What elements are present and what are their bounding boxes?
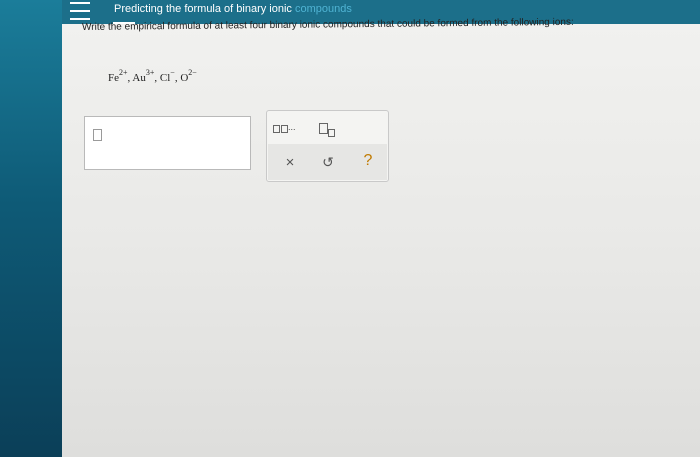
sidebar	[0, 0, 62, 457]
input-cursor	[93, 129, 102, 141]
ion-cl: Cl−	[159, 68, 175, 84]
ion-au: Au3+	[132, 68, 155, 84]
ion-o: O2−	[180, 68, 197, 84]
help-button[interactable]: ?	[358, 150, 378, 172]
clear-button[interactable]: ×	[280, 152, 300, 172]
title-text: Predicting the formula of binary ionic	[114, 3, 292, 15]
box-icon	[273, 125, 280, 133]
subscript-button[interactable]	[317, 121, 339, 139]
list-template-button[interactable]: ...	[271, 121, 303, 137]
ion-fe: Fe2+	[108, 68, 128, 84]
close-icon: ×	[285, 153, 295, 171]
box-icon	[319, 123, 328, 134]
page-title: Predicting the formula of binary ionic c…	[114, 3, 352, 15]
title-tail: compounds	[295, 3, 352, 15]
help-icon: ?	[363, 152, 373, 169]
answer-input[interactable]	[84, 116, 251, 170]
undo-icon: ↺	[322, 153, 334, 170]
menu-icon[interactable]	[70, 2, 90, 20]
undo-button[interactable]: ↺	[318, 152, 338, 172]
ellipsis-text: ...	[288, 122, 296, 132]
ion-list: Fe2+, Au3+, Cl−, O2−	[108, 68, 197, 84]
subscript-box-icon	[328, 129, 335, 137]
box-icon	[281, 125, 288, 133]
math-palette: ... × ↺ ?	[266, 110, 389, 182]
palette-tool-row: × ↺ ?	[268, 144, 387, 180]
question-panel	[62, 24, 700, 457]
